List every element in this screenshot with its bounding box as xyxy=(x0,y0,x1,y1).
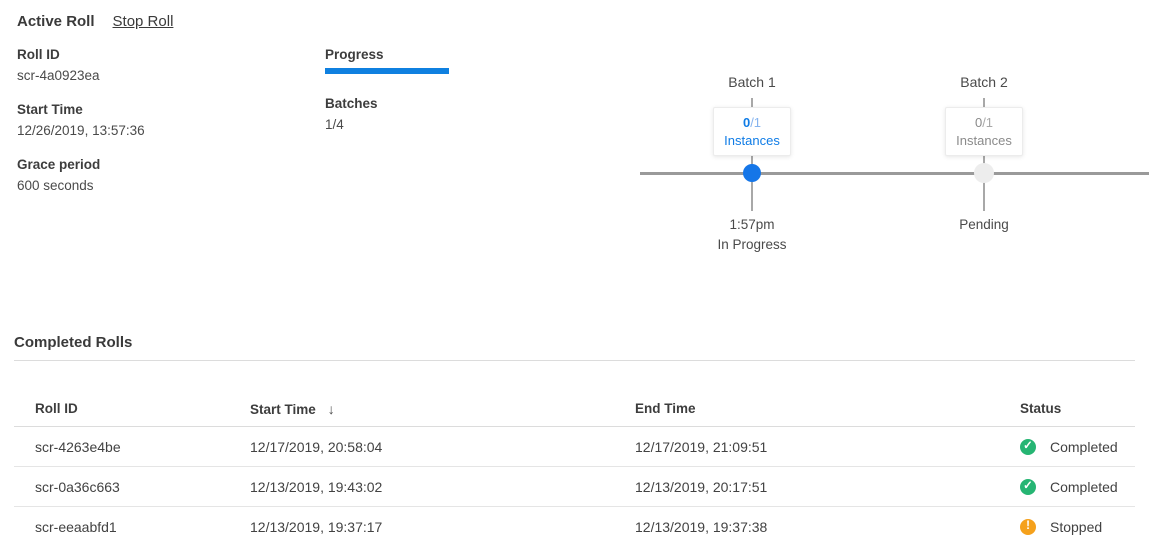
status-check-icon: ✓ xyxy=(1020,479,1036,495)
batch-instances-label: Instances xyxy=(946,133,1022,148)
cell-start-time: 12/13/2019, 19:37:17 xyxy=(250,519,635,535)
table-row[interactable]: scr-0a36c663 12/13/2019, 19:43:02 12/13/… xyxy=(14,467,1135,507)
completed-rolls-title: Completed Rolls xyxy=(14,334,1149,351)
batch-instance-count: 0/1 xyxy=(714,115,790,130)
cell-roll-id: scr-eeaabfd1 xyxy=(35,519,250,535)
table-header-row: Roll ID Start Time↓ End Time Status xyxy=(14,391,1135,427)
cell-status: ! Stopped xyxy=(1020,519,1135,535)
table-row[interactable]: scr-eeaabfd1 12/13/2019, 19:37:17 12/13/… xyxy=(14,507,1135,545)
column-header-status[interactable]: Status xyxy=(1020,401,1135,416)
batch-instances-label: Instances xyxy=(714,133,790,148)
cell-end-time: 12/13/2019, 19:37:38 xyxy=(635,519,1020,535)
status-text: Stopped xyxy=(1050,519,1102,535)
cell-start-time: 12/13/2019, 19:43:02 xyxy=(250,479,635,495)
batch-2-name: Batch 2 xyxy=(904,74,1064,90)
completed-rolls-section: Completed Rolls Roll ID Start Time↓ End … xyxy=(0,334,1149,545)
column-header-roll-id[interactable]: Roll ID xyxy=(35,401,250,416)
batch-2-status-label: Pending xyxy=(904,217,1064,232)
section-divider xyxy=(14,360,1135,361)
active-roll-section: Active Roll Stop Roll Roll ID scr-4a0923… xyxy=(0,0,1149,312)
batch-1-name: Batch 1 xyxy=(672,74,832,90)
status-check-icon: ✓ xyxy=(1020,439,1036,455)
status-text: Completed xyxy=(1050,439,1118,455)
column-header-end-time[interactable]: End Time xyxy=(635,401,1020,416)
column-header-start-time[interactable]: Start Time↓ xyxy=(250,401,635,417)
timeline-axis xyxy=(640,172,1149,175)
batch-1-time-label: 1:57pm xyxy=(672,217,832,232)
batch-1-timeline-dot xyxy=(743,164,761,182)
batch-instance-count: 0/1 xyxy=(946,115,1022,130)
sort-desc-icon[interactable]: ↓ xyxy=(328,401,335,417)
cell-end-time: 12/13/2019, 20:17:51 xyxy=(635,479,1020,495)
cell-status: ✓ Completed xyxy=(1020,439,1135,455)
status-text: Completed xyxy=(1050,479,1118,495)
batch-2-timeline-dot xyxy=(974,163,994,183)
batch-2-group: Batch 2 0/1 Instances Pending xyxy=(904,74,1064,90)
cell-roll-id: scr-0a36c663 xyxy=(35,479,250,495)
batch-1-status-label: In Progress xyxy=(672,237,832,252)
batch-1-group: Batch 1 0/1 Instances 1:57pm In Progress xyxy=(672,74,832,90)
cell-start-time: 12/17/2019, 20:58:04 xyxy=(250,439,635,455)
cell-status: ✓ Completed xyxy=(1020,479,1135,495)
batch-1-instances-card[interactable]: 0/1 Instances xyxy=(713,107,791,156)
batch-2-instances-card: 0/1 Instances xyxy=(945,107,1023,156)
batch-timeline: Batch 1 0/1 Instances 1:57pm In Progress… xyxy=(0,0,1149,312)
cell-end-time: 12/17/2019, 21:09:51 xyxy=(635,439,1020,455)
status-warning-icon: ! xyxy=(1020,519,1036,535)
table-row[interactable]: scr-4263e4be 12/17/2019, 20:58:04 12/17/… xyxy=(14,427,1135,467)
cell-roll-id: scr-4263e4be xyxy=(35,439,250,455)
